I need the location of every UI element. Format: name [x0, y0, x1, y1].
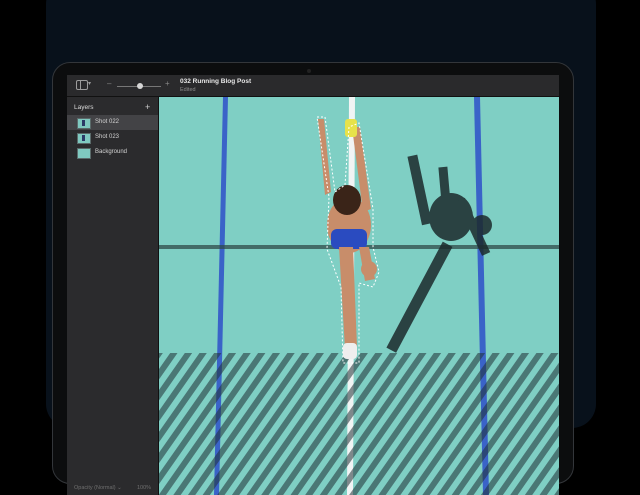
image-canvas[interactable]: [159, 97, 559, 495]
layer-item-shot-023[interactable]: Shot 023: [67, 130, 158, 145]
camera-dot: [307, 69, 311, 73]
document-status: Edited: [180, 87, 196, 93]
zoom-in-button[interactable]: +: [165, 79, 170, 88]
layer-thumbnail: [77, 148, 91, 159]
layer-label: Shot 023: [95, 134, 120, 140]
zoom-out-button[interactable]: –: [107, 79, 111, 88]
sidebar-toggle-icon[interactable]: [76, 80, 88, 90]
layers-sidebar: Layers + Shot 022 Shot 023 Background Op…: [67, 97, 159, 495]
layers-heading: Layers: [74, 104, 94, 111]
layer-label: Shot 022: [95, 119, 120, 125]
toolbar: ▾ – + 032 Running Blog Post Edited: [67, 75, 559, 97]
layer-label: Background: [95, 149, 128, 155]
document-title: 032 Running Blog Post: [180, 78, 252, 85]
layer-item-background[interactable]: Background: [67, 145, 158, 160]
opacity-value[interactable]: 100%: [137, 485, 151, 491]
layer-thumbnail: [77, 133, 91, 144]
chevron-down-icon[interactable]: ▾: [88, 80, 91, 87]
laptop-bezel: ▾ – + 032 Running Blog Post Edited Layer…: [52, 62, 574, 495]
shadow-stripes: [159, 353, 559, 495]
add-layer-button[interactable]: +: [145, 102, 150, 112]
runner-photo: [159, 97, 559, 495]
layer-thumbnail: [77, 118, 91, 129]
app-window: ▾ – + 032 Running Blog Post Edited Layer…: [67, 75, 559, 495]
zoom-slider-knob[interactable]: [137, 83, 143, 89]
opacity-blend-label[interactable]: Opacity (Normal) ⌄: [74, 485, 122, 491]
layer-item-shot-022[interactable]: Shot 022: [67, 115, 158, 130]
